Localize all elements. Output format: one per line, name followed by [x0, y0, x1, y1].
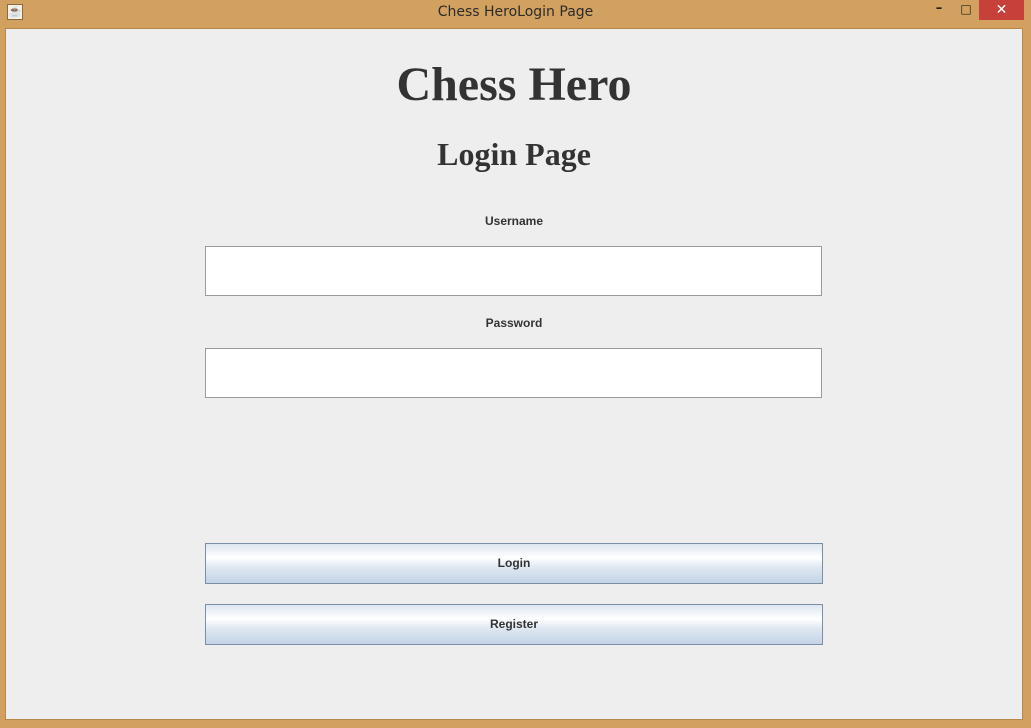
minimize-button[interactable]: –: [926, 0, 952, 20]
maximize-button[interactable]: □: [953, 0, 979, 20]
close-button[interactable]: ✕: [979, 0, 1024, 20]
content-panel: Chess Hero Login Page Username Password …: [5, 28, 1023, 720]
register-button[interactable]: Register: [205, 604, 823, 645]
app-window: ☕ Chess HeroLogin Page – □ ✕ Chess Hero …: [0, 0, 1031, 728]
password-label: Password: [485, 316, 543, 330]
app-title: Chess Hero: [396, 58, 632, 111]
title-bar[interactable]: ☕ Chess HeroLogin Page – □ ✕: [0, 0, 1031, 27]
username-label: Username: [484, 214, 544, 228]
window-title: Chess HeroLogin Page: [437, 4, 594, 20]
login-button[interactable]: Login: [205, 543, 823, 584]
password-input[interactable]: [205, 348, 822, 398]
page-subtitle: Login Page: [437, 136, 591, 172]
username-input[interactable]: [205, 246, 822, 296]
